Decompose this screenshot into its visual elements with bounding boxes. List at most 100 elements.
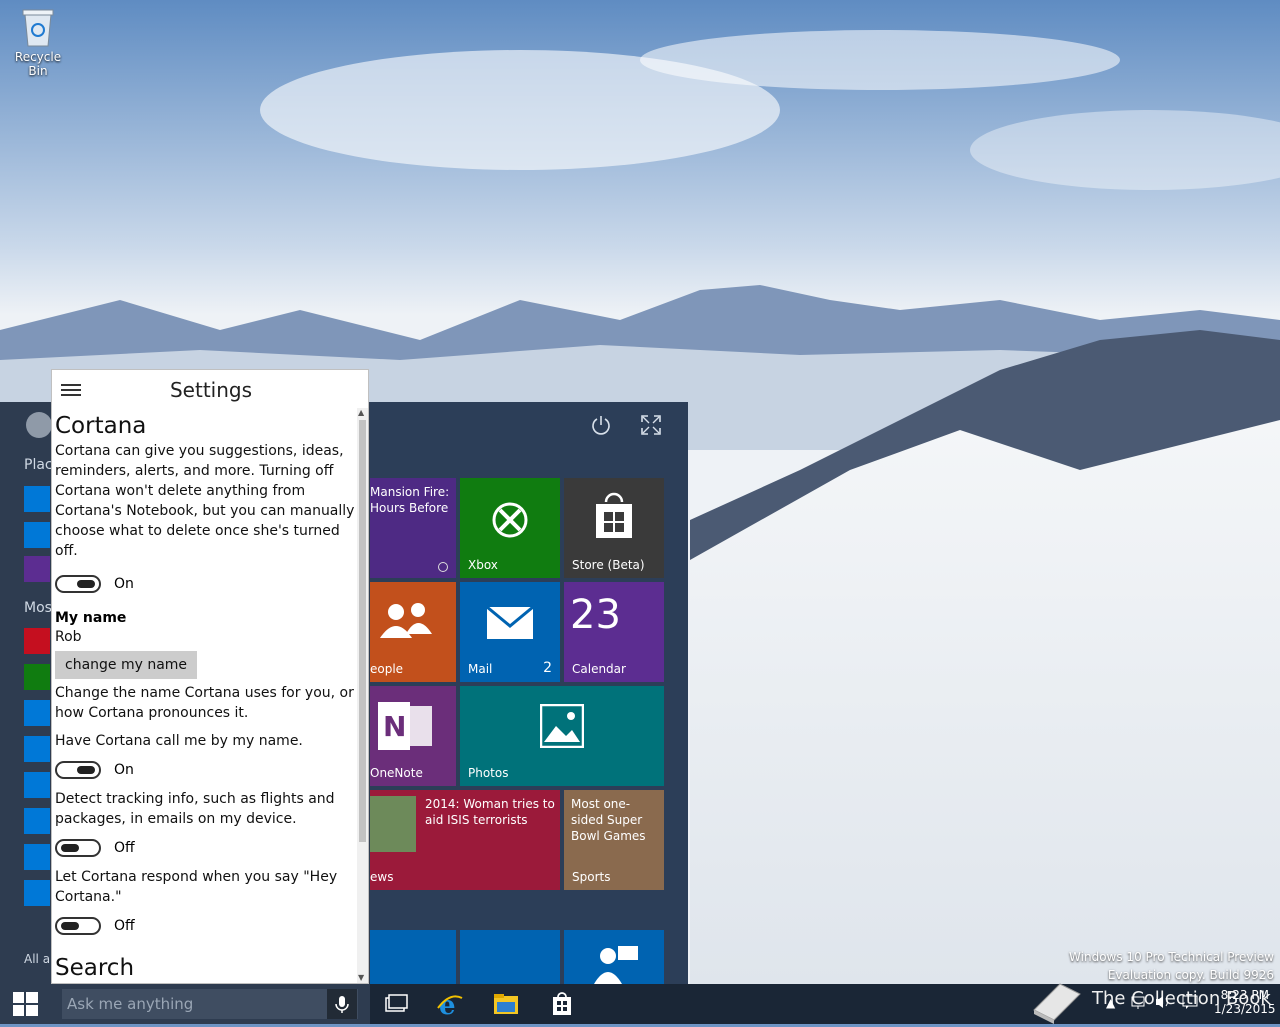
- calendar-tile[interactable]: 23 Calendar: [564, 582, 664, 682]
- search-input[interactable]: Ask me anything: [62, 989, 358, 1019]
- app-icon-7[interactable]: [24, 844, 50, 870]
- feedback-tile[interactable]: [564, 930, 664, 984]
- watermark-line2: Evaluation copy. Build 9926: [1107, 968, 1274, 982]
- book-watermark-icon: [1030, 980, 1084, 1027]
- news-headline-text: Mansion Fire: Hours Before: [370, 485, 450, 515]
- tracking-toggle-state: Off: [114, 840, 135, 856]
- hey-cortana-toggle-row: Off: [55, 913, 359, 939]
- xbox-tile[interactable]: Xbox: [460, 478, 560, 578]
- clock-date: 1/23/2015: [1214, 1002, 1276, 1016]
- change-my-name-button[interactable]: change my name: [55, 651, 198, 679]
- sports-story-text: Most one-sided Super Bowl Games: [571, 797, 646, 843]
- show-hidden-icons[interactable]: ▲: [1106, 996, 1115, 1010]
- app-icon-2[interactable]: [24, 664, 50, 690]
- places-header: Plac: [24, 457, 53, 473]
- mail-label: Mail: [468, 662, 493, 676]
- app-icon-5[interactable]: [24, 772, 50, 798]
- network-icon[interactable]: [1130, 994, 1146, 1013]
- store-tile[interactable]: Store (Beta): [564, 478, 664, 578]
- clock[interactable]: 8:23 PM 1/23/2015: [1214, 988, 1276, 1016]
- people-label: eople: [370, 662, 404, 676]
- news-label: ews: [370, 870, 394, 884]
- cortana-toggle-row: On: [55, 571, 359, 597]
- sports-tile[interactable]: Most one-sided Super Bowl Games Sports: [564, 790, 664, 890]
- cortana-toggle-state: On: [114, 576, 134, 592]
- power-icon[interactable]: [590, 414, 612, 440]
- watermark-line1: Windows 10 Pro Technical Preview: [1069, 950, 1274, 964]
- people-icon: [380, 603, 432, 638]
- app-icon-4[interactable]: [24, 736, 50, 762]
- call-by-name-toggle-state: On: [114, 762, 134, 778]
- mail-envelope-icon: [486, 606, 534, 639]
- onenote-icon: N: [378, 702, 432, 750]
- app-icon-6[interactable]: [24, 808, 50, 834]
- volume-icon[interactable]: [1154, 994, 1172, 1013]
- my-name-value: Rob: [55, 629, 82, 645]
- svg-text:N: N: [383, 710, 406, 743]
- app-icon-3[interactable]: [24, 700, 50, 726]
- photos-icon: [540, 704, 584, 748]
- start-button[interactable]: [0, 984, 51, 1024]
- hey-cortana-toggle[interactable]: [55, 917, 101, 935]
- action-center-icon[interactable]: [1182, 994, 1198, 1013]
- photos-label: Photos: [468, 766, 509, 780]
- all-apps-link[interactable]: All a: [24, 952, 50, 966]
- tile-row5-1[interactable]: [370, 930, 456, 984]
- cortana-settings-panel: Settings ▲ ▼ Cortana Cortana can give yo…: [51, 369, 369, 984]
- sports-label: Sports: [572, 870, 611, 884]
- hey-cortana-toggle-state: Off: [114, 918, 135, 934]
- alarm-clock-icon[interactable]: [24, 880, 50, 906]
- onenote-tile[interactable]: N OneNote: [370, 686, 456, 786]
- documents-icon[interactable]: [24, 522, 50, 548]
- tracking-info-label: Detect tracking info, such as flights an…: [55, 791, 335, 827]
- hey-cortana-label: Let Cortana respond when you say "Hey Co…: [55, 869, 338, 905]
- recycle-bin-label: Recycle Bin: [14, 50, 62, 78]
- change-name-description: Change the name Cortana uses for you, or…: [55, 685, 354, 721]
- feedback-icon: [594, 946, 638, 984]
- onenote-label: OneNote: [370, 766, 423, 780]
- app-icon-1[interactable]: [24, 628, 50, 654]
- recycle-bin-icon: [21, 6, 55, 48]
- mail-count-badge: 2: [543, 660, 552, 676]
- search-section-title: Search: [55, 955, 135, 981]
- cortana-toggle[interactable]: [55, 575, 101, 593]
- most-used-header: Mos: [24, 600, 52, 616]
- microphone-icon[interactable]: [327, 989, 357, 1019]
- settings-title: Settings: [169, 378, 253, 402]
- call-by-name-toggle[interactable]: [55, 761, 101, 779]
- store-taskbar-icon[interactable]: [548, 990, 576, 1018]
- mail-tile[interactable]: Mail 2: [460, 582, 560, 682]
- store-label: Store (Beta): [572, 558, 645, 572]
- tile-row5-2[interactable]: [460, 930, 560, 984]
- recycle-bin[interactable]: Recycle Bin: [4, 6, 72, 78]
- store-bag-icon: [596, 492, 632, 538]
- search-area: Ask me anything: [51, 984, 370, 1024]
- photos-tile[interactable]: Photos: [460, 686, 664, 786]
- scrollbar-thumb[interactable]: [359, 420, 366, 842]
- cortana-section-title: Cortana: [55, 413, 147, 439]
- settings-gear-icon[interactable]: [24, 556, 50, 582]
- live-indicator-icon: [438, 562, 448, 572]
- call-by-name-toggle-row: On: [55, 757, 359, 783]
- xbox-label: Xbox: [468, 558, 498, 572]
- internet-explorer-icon[interactable]: e: [436, 990, 464, 1021]
- calendar-day: 23: [570, 592, 621, 638]
- task-view-icon[interactable]: [382, 990, 410, 1018]
- taskbar: Ask me anything e The Collection Book ▲ …: [0, 983, 1280, 1024]
- xbox-icon: [492, 502, 528, 538]
- news-tile[interactable]: 2014: Woman tries to aid ISIS terrorists…: [370, 790, 560, 890]
- file-explorer-icon-taskbar[interactable]: [492, 990, 520, 1018]
- news-story-text: 2014: Woman tries to aid ISIS terrorists: [425, 797, 555, 827]
- news-headline-tile[interactable]: Mansion Fire: Hours Before: [370, 478, 456, 578]
- settings-content: Cortana Cortana can give you suggestions…: [55, 411, 359, 983]
- people-tile[interactable]: eople: [370, 582, 456, 682]
- tracking-toggle[interactable]: [55, 839, 101, 857]
- user-avatar[interactable]: [26, 412, 52, 438]
- clock-time: 8:23 PM: [1220, 988, 1269, 1002]
- news-photo: [370, 796, 416, 852]
- file-explorer-icon[interactable]: [24, 486, 50, 512]
- cortana-intro-text: Cortana can give you suggestions, ideas,…: [55, 443, 355, 559]
- expand-icon[interactable]: [640, 414, 662, 440]
- my-name-label: My name: [55, 610, 127, 626]
- call-by-name-label: Have Cortana call me by my name.: [55, 733, 303, 749]
